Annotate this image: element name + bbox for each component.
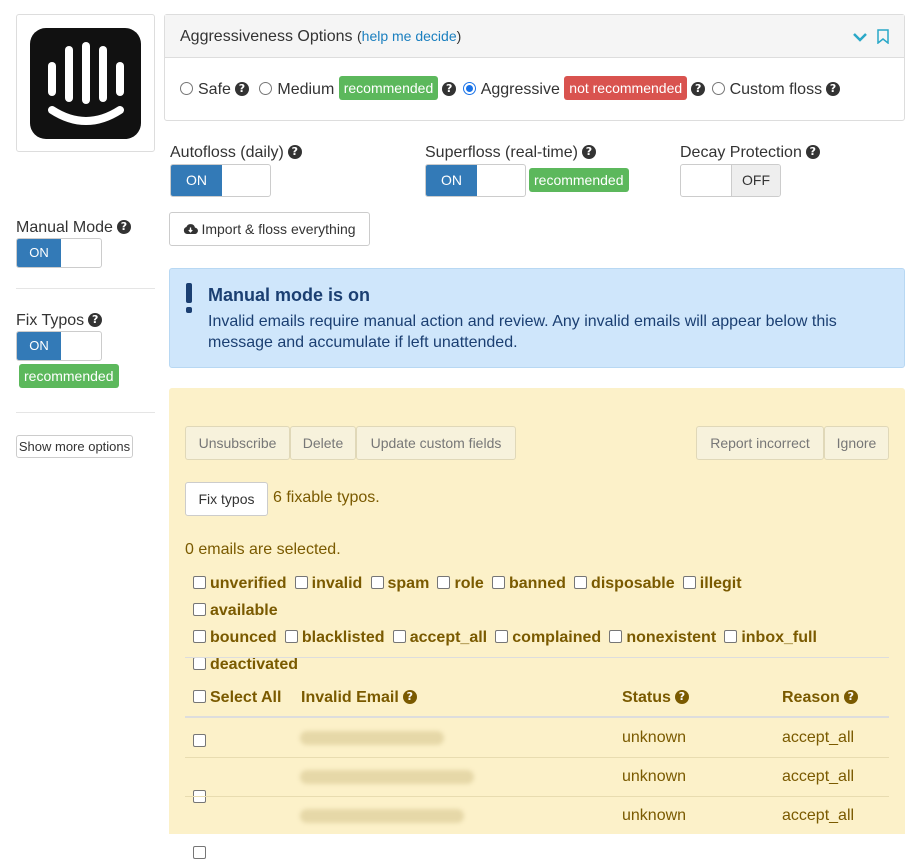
sidebar-divider — [16, 288, 155, 289]
select-all-header[interactable]: Select All — [193, 689, 281, 707]
row-reason: accept_all — [782, 729, 855, 746]
row-checkbox[interactable] — [193, 733, 206, 747]
recommended-badge: recommended — [338, 76, 439, 100]
update-custom-fields-button[interactable]: Update custom fields — [356, 426, 516, 460]
filter-deactivated[interactable]: deactivated — [193, 656, 298, 673]
help-me-decide-link[interactable]: help me decide — [362, 28, 457, 44]
logo-box — [16, 14, 155, 152]
help-icon[interactable]: ? — [402, 689, 417, 704]
status-filters: unverified invalid spam role banned disp… — [193, 570, 833, 678]
row-status: unknown — [622, 768, 687, 785]
chevron-down-icon[interactable] — [853, 32, 867, 42]
unsubscribe-button[interactable]: Unsubscribe — [185, 426, 290, 460]
superfloss-toggle[interactable]: ON — [425, 164, 526, 197]
report-incorrect-button[interactable]: Report incorrect — [696, 426, 824, 460]
decay-protection-toggle[interactable]: OFF — [680, 164, 781, 197]
filter-accept-all[interactable]: accept_all — [392, 629, 487, 646]
radio-safe-input[interactable] — [180, 82, 193, 96]
help-icon[interactable]: ? — [234, 81, 249, 96]
help-icon[interactable]: ? — [843, 689, 858, 704]
reason-header: Reason? — [782, 689, 858, 707]
filter-banned[interactable]: banned — [491, 575, 566, 592]
filter-disposable[interactable]: disposable — [574, 575, 675, 592]
selected-count: 0 emails are selected. — [185, 541, 341, 558]
help-icon[interactable]: ? — [691, 81, 706, 96]
row-reason: accept_all — [782, 768, 855, 785]
help-icon[interactable]: ? — [805, 144, 820, 159]
filter-nonexistent[interactable]: nonexistent — [609, 629, 716, 646]
exclamation-icon — [186, 283, 192, 313]
help-icon[interactable]: ? — [88, 312, 103, 327]
show-more-options-button[interactable]: Show more options — [16, 435, 133, 458]
row-reason: accept_all — [782, 807, 855, 824]
radio-aggressive[interactable]: Aggressive not recommended? — [462, 76, 706, 100]
import-floss-everything-button[interactable]: Import & floss everything — [169, 212, 370, 246]
aggressiveness-title: Aggressiveness Options — [180, 28, 353, 45]
superfloss-label: Superfloss (real-time) — [425, 144, 578, 161]
not-recommended-badge: not recommended — [564, 76, 688, 100]
radio-safe[interactable]: Safe? — [180, 81, 249, 98]
fix-typos-toggle[interactable]: ON — [16, 331, 102, 361]
filter-available[interactable]: available — [193, 602, 278, 619]
filter-blacklisted[interactable]: blacklisted — [284, 629, 385, 646]
help-icon[interactable]: ? — [826, 81, 841, 96]
autofloss-label: Autofloss (daily) — [170, 144, 284, 161]
filter-unverified[interactable]: unverified — [193, 575, 286, 592]
help-icon[interactable]: ? — [581, 144, 596, 159]
manual-mode-toggle[interactable]: ON — [16, 238, 102, 268]
blurred-email — [300, 770, 474, 784]
row-status: unknown — [622, 729, 687, 746]
alert-title: Manual mode is on — [208, 285, 371, 305]
help-icon[interactable]: ? — [442, 81, 457, 96]
radio-custom-input[interactable] — [711, 82, 725, 96]
radio-medium-input[interactable] — [259, 82, 273, 96]
status-header: Status? — [622, 689, 689, 707]
manual-mode-alert: Manual mode is on Invalid emails require… — [169, 268, 905, 368]
radio-aggressive-input[interactable] — [462, 82, 476, 96]
filter-illegit[interactable]: illegit — [682, 575, 742, 592]
invalid-email-header: Invalid Email? — [301, 689, 417, 707]
blurred-email — [300, 809, 464, 823]
filter-invalid[interactable]: invalid — [294, 575, 362, 592]
filter-role[interactable]: role — [437, 575, 484, 592]
help-icon[interactable]: ? — [287, 144, 302, 159]
filter-bounced[interactable]: bounced — [193, 629, 277, 646]
help-icon[interactable]: ? — [674, 689, 689, 704]
filter-spam[interactable]: spam — [370, 575, 429, 592]
filter-inbox-full[interactable]: inbox_full — [724, 629, 817, 646]
ignore-button[interactable]: Ignore — [824, 426, 889, 460]
sidebar-divider — [16, 412, 155, 413]
bookmark-icon[interactable] — [877, 29, 889, 44]
decay-protection-label: Decay Protection — [680, 144, 802, 161]
help-icon[interactable]: ? — [116, 219, 131, 234]
row-status: unknown — [622, 807, 687, 824]
intercom-logo-icon — [30, 28, 141, 139]
radio-custom-floss[interactable]: Custom floss? — [711, 81, 841, 98]
fix-typos-label: Fix Typos — [16, 312, 85, 329]
fixable-typos-count: 6 fixable typos. — [273, 489, 380, 506]
aggressiveness-header: Aggressiveness Options (help me decide) — [165, 15, 904, 58]
divider — [185, 657, 889, 658]
autofloss-toggle[interactable]: ON — [170, 164, 271, 197]
recommended-badge: recommended — [19, 364, 119, 388]
select-all-checkbox[interactable] — [193, 690, 206, 704]
manual-mode-label: Manual Mode — [16, 219, 113, 236]
fix-typos-button[interactable]: Fix typos — [185, 482, 268, 516]
row-checkbox[interactable] — [193, 845, 206, 859]
blurred-email — [300, 731, 444, 745]
aggressiveness-panel: Aggressiveness Options (help me decide) … — [164, 14, 905, 121]
recommended-badge: recommended — [529, 168, 629, 192]
radio-medium[interactable]: Medium recommended? — [259, 76, 457, 100]
delete-button[interactable]: Delete — [290, 426, 356, 460]
alert-body: Invalid emails require manual action and… — [208, 313, 837, 351]
filter-complained[interactable]: complained — [495, 629, 601, 646]
cloud-download-icon — [184, 224, 199, 235]
